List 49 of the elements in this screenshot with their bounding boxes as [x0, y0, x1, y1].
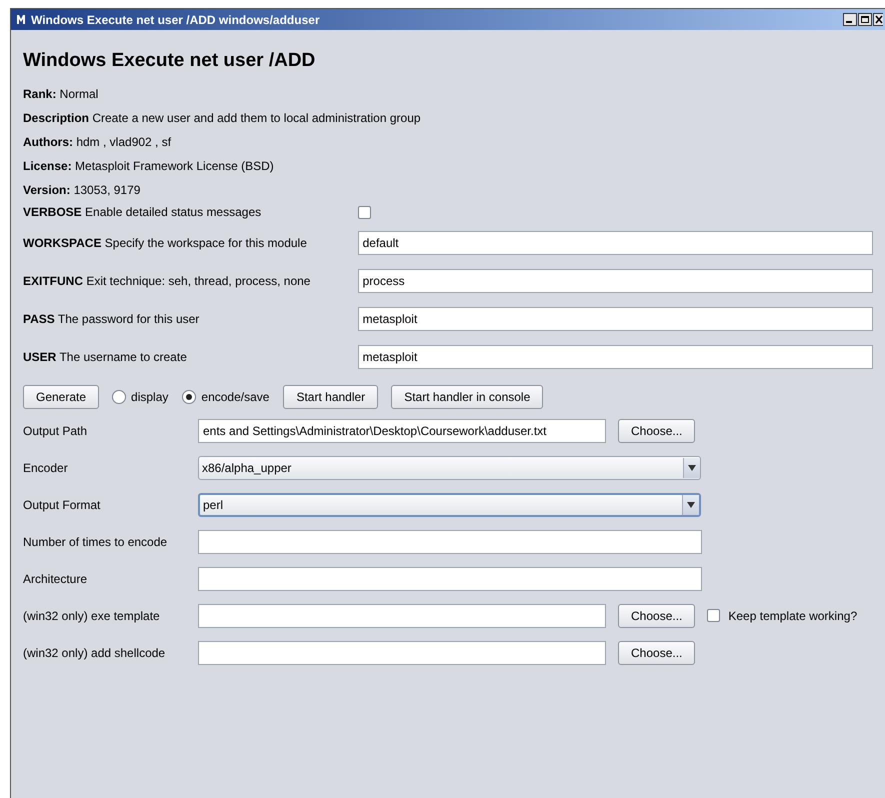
generate-button[interactable]: Generate — [23, 385, 100, 409]
choose-button[interactable]: Choose... — [618, 418, 696, 442]
option-label: USER The username to create — [23, 350, 188, 364]
start-handler-button[interactable]: Start handler — [283, 385, 378, 409]
dropdown[interactable]: perl — [198, 492, 701, 516]
checkbox[interactable] — [707, 609, 720, 622]
text-field[interactable]: ents and Settings\Administrator\Desktop\Coursework\adduser.txt — [198, 418, 606, 442]
field-label: (win32 only) exe template — [23, 608, 161, 622]
info-line: Description Create a new user and add them to local administration group — [23, 110, 422, 127]
text-field[interactable]: metasploit — [358, 307, 873, 331]
module-title: Windows Execute net user /ADD — [23, 50, 316, 72]
dropdown[interactable]: x86/alpha_upper — [198, 456, 701, 480]
info-line: Rank: Normal — [23, 86, 100, 103]
radio-button[interactable] — [182, 390, 196, 404]
radio-label: display — [131, 390, 168, 404]
dropdown-arrow-icon — [688, 464, 696, 470]
close-icon[interactable] — [873, 13, 883, 26]
text-field[interactable] — [198, 640, 606, 664]
text-field[interactable] — [198, 530, 702, 554]
info-line: License: Metasploit Framework License (BSD) — [23, 158, 275, 175]
app-icon — [16, 14, 26, 25]
text-field[interactable] — [198, 604, 606, 628]
field-label: Number of times to encode — [23, 534, 168, 548]
choose-button[interactable]: Choose... — [618, 640, 696, 664]
text-field[interactable]: process — [358, 269, 873, 293]
info-line: Version: 13053, 9179 — [23, 182, 142, 199]
field-label: Output Path — [23, 424, 88, 438]
option-label: PASS The password for this user — [23, 312, 200, 326]
choose-button[interactable]: Choose... — [618, 604, 696, 628]
option-label: WORKSPACE Specify the workspace for this module — [23, 236, 308, 250]
maximize-icon[interactable] — [858, 13, 872, 26]
text-field[interactable]: metasploit — [358, 345, 873, 369]
option-label: VERBOSE Enable detailed status messages — [23, 205, 262, 219]
window-title: Windows Execute net user /ADD windows/adduser — [31, 12, 321, 26]
dropdown-arrow-icon — [687, 502, 695, 508]
text-field[interactable] — [198, 566, 702, 590]
field-label: (win32 only) add shellcode — [23, 646, 166, 660]
checkbox[interactable] — [358, 206, 371, 218]
radio-button[interactable] — [112, 390, 126, 404]
field-label: Architecture — [23, 572, 88, 586]
text-field[interactable]: default — [358, 231, 873, 255]
radio-label: encode/save — [201, 390, 270, 404]
field-label: Output Format — [23, 498, 102, 512]
info-line: Authors: hdm , vlad902 , sf — [23, 134, 172, 151]
field-label: Encoder — [23, 460, 69, 474]
checkbox-label: Keep template working? — [728, 608, 858, 622]
start-handler-button[interactable]: Start handler in console — [391, 385, 544, 409]
minimize-icon[interactable] — [843, 13, 857, 26]
option-label: EXITFUNC Exit technique: seh, thread, process, none — [23, 274, 312, 288]
